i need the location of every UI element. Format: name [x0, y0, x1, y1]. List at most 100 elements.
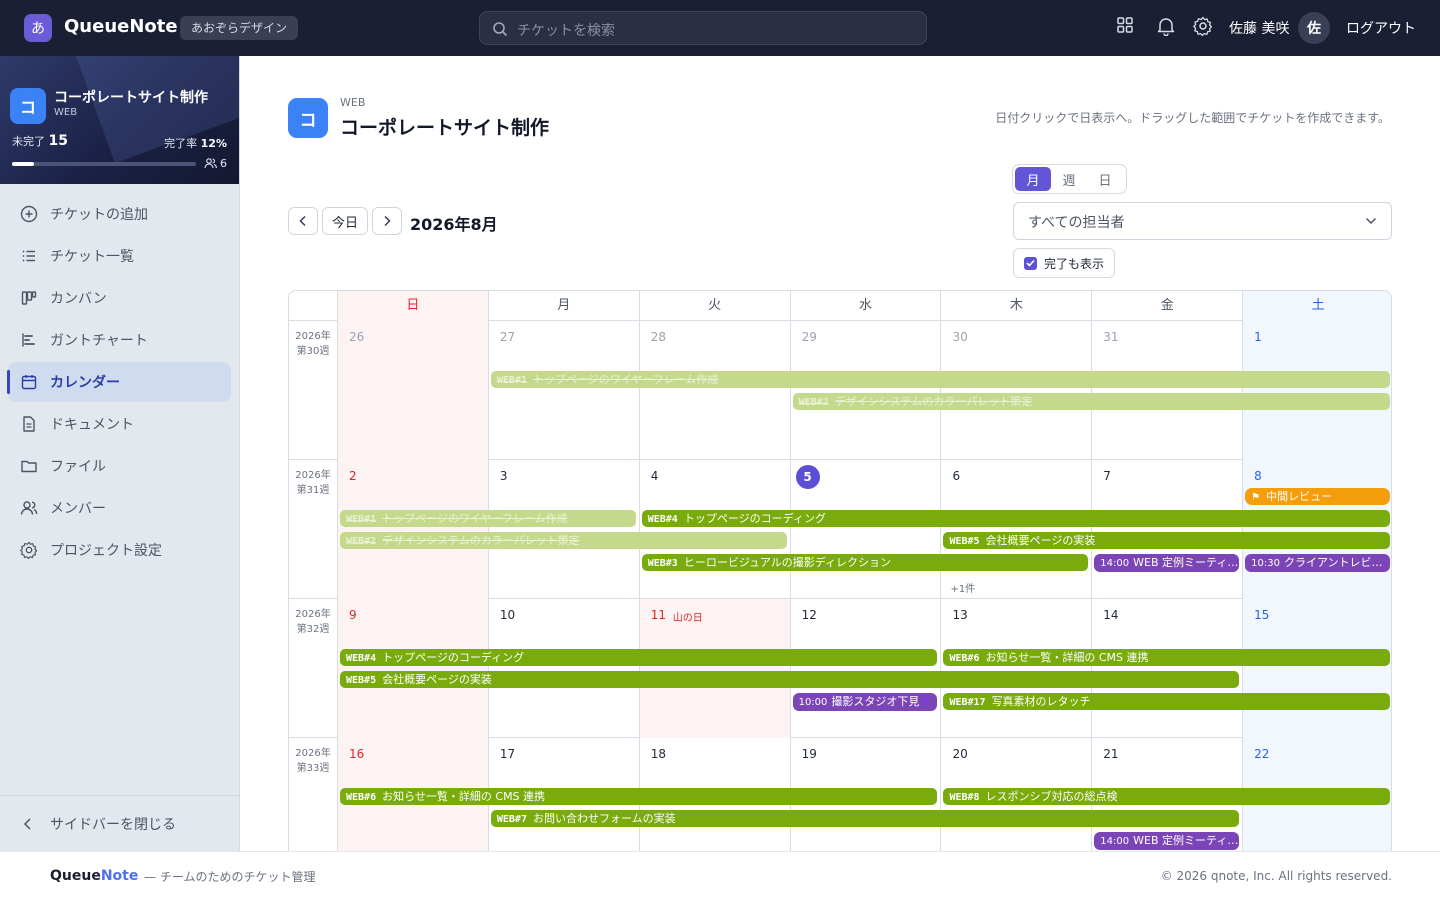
sidebar-item-ticket-list[interactable]: チケット一覧	[8, 236, 231, 276]
day-number[interactable]: 13	[952, 608, 967, 622]
day-cell[interactable]: 11 山の日	[638, 599, 790, 738]
day-cell[interactable]: 7	[1091, 460, 1242, 599]
project-card[interactable]: コ コーポレートサイト制作 WEB 未完了 15 完了率 12% 6	[0, 56, 239, 184]
sidebar-item-add-ticket[interactable]: チケットの追加	[8, 194, 231, 234]
sidebar-item-kanban[interactable]: カンバン	[8, 278, 231, 318]
meeting-event[interactable]: 14:00 WEB 定例ミーティング	[1094, 554, 1240, 572]
day-number[interactable]: 8	[1254, 469, 1262, 483]
day-number[interactable]: 21	[1103, 747, 1118, 761]
day-number[interactable]: 5	[795, 465, 820, 489]
prev-month-button[interactable]	[288, 207, 318, 235]
sidebar-item-members[interactable]: メンバー	[8, 488, 231, 528]
day-cell[interactable]: 8	[1242, 460, 1391, 599]
milestone-event[interactable]: ⚑ 中間レビュー	[1245, 488, 1391, 505]
ticket-bar[interactable]: WEB#2 デザインシステムのカラーパレット策定	[792, 393, 1391, 410]
day-cell[interactable]: 10	[487, 599, 639, 738]
day-number[interactable]: 15	[1254, 608, 1269, 622]
day-number[interactable]: 18	[651, 747, 666, 761]
search-input[interactable]: チケットを検索	[479, 11, 927, 45]
bell-icon[interactable]	[1157, 16, 1175, 36]
show-done-checkbox[interactable]	[1024, 256, 1037, 270]
day-number[interactable]: 6	[952, 469, 960, 483]
day-cell[interactable]: 27	[487, 321, 639, 460]
view-day-button[interactable]: 日	[1087, 167, 1123, 191]
day-number[interactable]: 27	[500, 330, 515, 344]
ticket-bar[interactable]: WEB#3 ヒーロービジュアルの撮影ディレクション	[641, 554, 1089, 571]
day-number[interactable]: 28	[651, 330, 666, 344]
day-cell[interactable]: 26	[337, 321, 488, 460]
ticket-bar[interactable]: WEB#5 会社概要ページの実装	[340, 671, 1240, 688]
ticket-bar[interactable]: WEB#6 お知らせ一覧・詳細の CMS 連携	[943, 649, 1391, 666]
day-cell[interactable]: 9	[337, 599, 488, 738]
day-number[interactable]: 20	[952, 747, 967, 761]
user-name[interactable]: 佐藤 美咲	[1229, 18, 1289, 38]
day-number[interactable]: 1	[1254, 330, 1262, 344]
ticket-bar[interactable]: WEB#1 トップページのワイヤーフレーム作成	[340, 510, 636, 527]
day-cell[interactable]: 31	[1091, 321, 1242, 460]
org-badge[interactable]: あおぞらデザイン	[180, 16, 299, 40]
show-done-toggle[interactable]: 完了も表示	[1013, 248, 1115, 278]
day-number[interactable]: 30	[952, 330, 967, 344]
day-number[interactable]: 4	[651, 469, 659, 483]
day-cell[interactable]: 13	[940, 599, 1091, 738]
day-number[interactable]: 12	[802, 608, 817, 622]
day-cell[interactable]: 2	[337, 460, 488, 599]
logout-button[interactable]: ログアウト	[1346, 18, 1416, 38]
today-button[interactable]: 今日	[322, 207, 368, 235]
meeting-event[interactable]: 10:30 クライアントレビュー	[1245, 554, 1391, 572]
day-cell[interactable]: 30	[940, 321, 1091, 460]
day-number[interactable]: 22	[1254, 747, 1269, 761]
ticket-bar[interactable]: WEB#1 トップページのワイヤーフレーム作成	[490, 371, 1391, 388]
day-number[interactable]: 9	[349, 608, 357, 622]
ticket-bar[interactable]: WEB#6 お知らせ一覧・詳細の CMS 連携	[340, 788, 938, 805]
day-cell[interactable]: 28	[638, 321, 790, 460]
day-number[interactable]: 17	[500, 747, 515, 761]
day-cell[interactable]: 29	[789, 321, 941, 460]
day-cell[interactable]: 4	[638, 460, 790, 599]
footer-logo[interactable]: QueueNote	[50, 868, 138, 884]
sidebar-item-files[interactable]: ファイル	[8, 446, 231, 486]
day-number[interactable]: 26	[349, 330, 364, 344]
app-logo[interactable]: あ	[24, 14, 52, 42]
day-cell[interactable]: 6 +1件	[940, 460, 1091, 599]
ticket-bar[interactable]: WEB#17 写真素材のレタッチ	[943, 693, 1391, 710]
sidebar-item-project-settings[interactable]: プロジェクト設定	[8, 530, 231, 570]
assignee-select[interactable]: すべての担当者	[1013, 202, 1392, 240]
day-number[interactable]: 11	[651, 608, 666, 622]
next-month-button[interactable]	[372, 207, 402, 235]
grid-icon[interactable]	[1116, 16, 1134, 34]
day-number[interactable]: 31	[1103, 330, 1118, 344]
ticket-bar[interactable]: WEB#4 トップページのコーディング	[641, 510, 1391, 527]
day-cell[interactable]: 15	[1242, 599, 1391, 738]
sidebar-item-documents[interactable]: ドキュメント	[8, 404, 231, 444]
day-number[interactable]: 7	[1103, 469, 1111, 483]
view-week-button[interactable]: 週	[1051, 167, 1087, 191]
day-number[interactable]: 29	[802, 330, 817, 344]
avatar[interactable]: 佐	[1298, 12, 1330, 44]
day-cell[interactable]: 14	[1091, 599, 1242, 738]
sidebar-item-calendar[interactable]: カレンダー	[7, 362, 231, 402]
meeting-event[interactable]: 14:00 WEB 定例ミーティング	[1094, 832, 1240, 850]
sidebar-item-gantt[interactable]: ガントチャート	[8, 320, 231, 360]
day-number[interactable]: 16	[349, 747, 364, 761]
ticket-bar[interactable]: WEB#7 お問い合わせフォームの実装	[490, 810, 1240, 827]
meeting-event[interactable]: 10:00 撮影スタジオ下見	[792, 693, 938, 711]
day-number[interactable]: 14	[1103, 608, 1118, 622]
day-cell[interactable]: 3	[487, 460, 639, 599]
gear-icon[interactable]	[1193, 16, 1213, 36]
ticket-bar[interactable]: WEB#8 レスポンシブ対応の総点検	[943, 788, 1391, 805]
day-number[interactable]: 3	[500, 469, 508, 483]
day-cell[interactable]: 1	[1242, 321, 1391, 460]
ticket-bar[interactable]: WEB#4 トップページのコーディング	[340, 649, 938, 666]
more-events-link[interactable]: +1件	[950, 580, 975, 595]
day-number[interactable]: 2	[349, 469, 357, 483]
collapse-sidebar-button[interactable]: サイドバーを閉じる	[0, 795, 239, 851]
day-number[interactable]: 19	[802, 747, 817, 761]
ticket-bar[interactable]: WEB#2 デザインシステムのカラーパレット策定	[340, 532, 787, 549]
ticket-bar[interactable]: WEB#5 会社概要ページの実装	[943, 532, 1391, 549]
day-number[interactable]: 10	[500, 608, 515, 622]
day-cell[interactable]: 12	[789, 599, 941, 738]
view-month-button[interactable]: 月	[1015, 167, 1051, 191]
day-cell[interactable]: 5	[789, 460, 941, 599]
app-name[interactable]: QueueNote	[64, 16, 178, 37]
